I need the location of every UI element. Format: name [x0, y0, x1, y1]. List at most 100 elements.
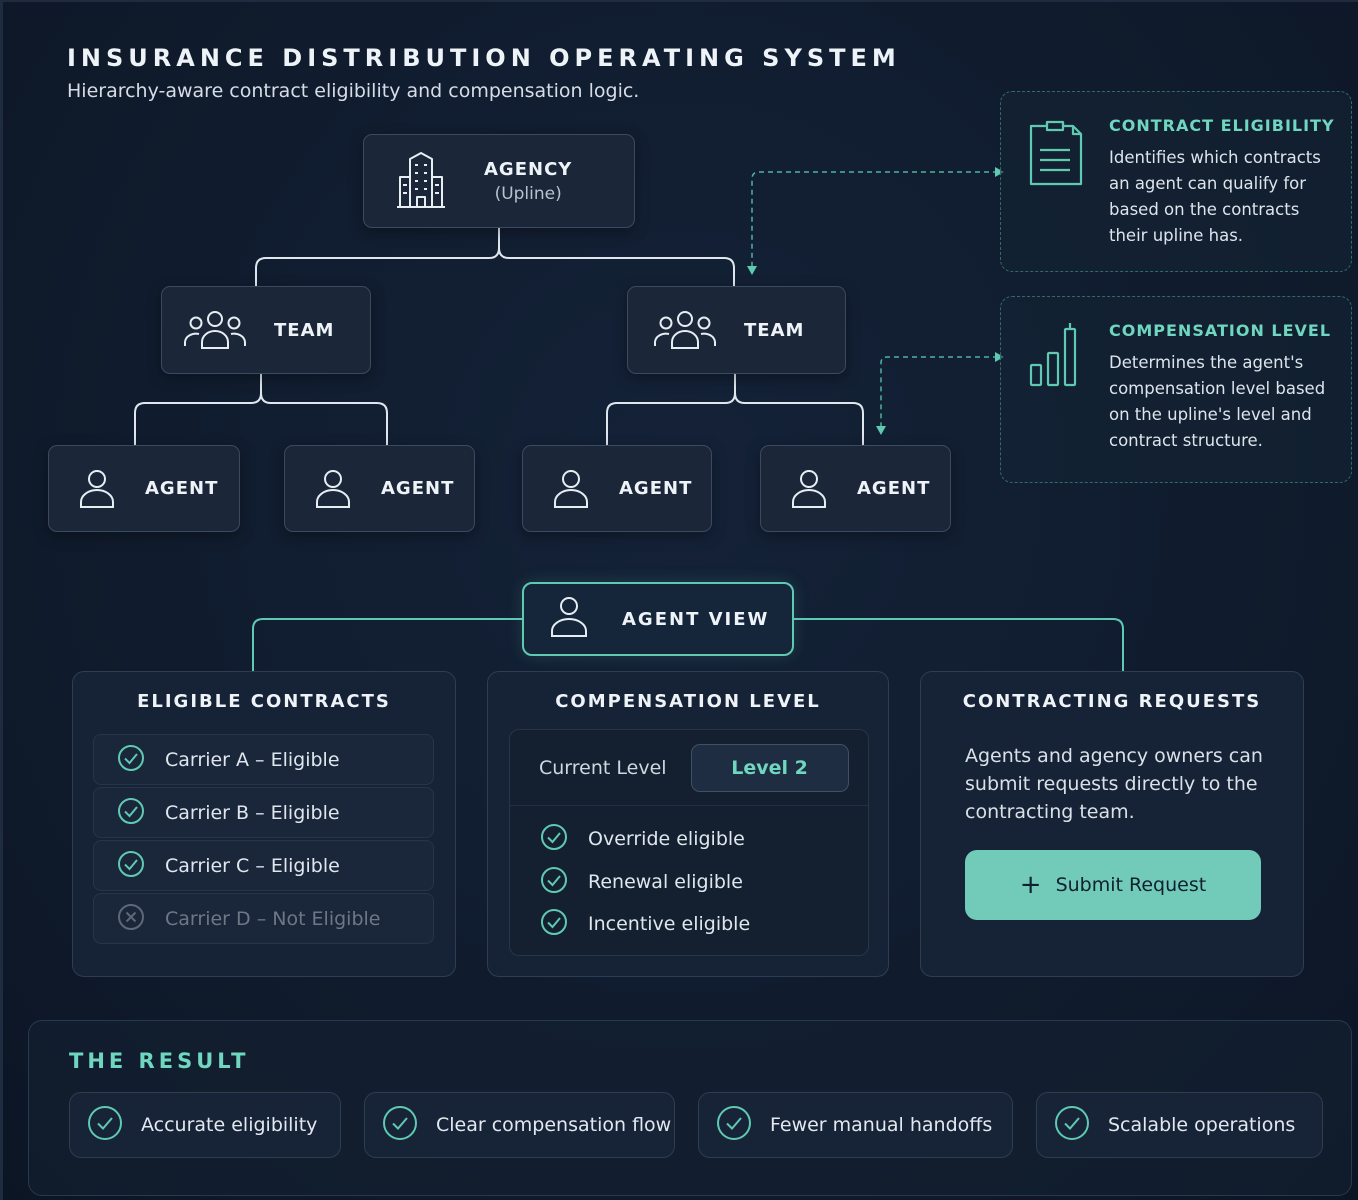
callout-text: Determines the agent's compensation leve… — [1109, 353, 1326, 450]
connector-agency-team-right — [498, 247, 735, 286]
connector-team-left-agent-1 — [134, 374, 262, 445]
contract-eligibility-content: CONTRACT ELIGIBILITY Identifies which co… — [1109, 114, 1335, 271]
plus-icon: + — [1019, 870, 1042, 900]
contract-text: Carrier B – Eligible — [165, 801, 340, 824]
team-label: TEAM — [274, 319, 335, 341]
connector-team-right-agent-3 — [606, 374, 736, 445]
contract-text: Carrier A – Eligible — [165, 748, 340, 771]
result-item-text: Fewer manual handoffs — [770, 1114, 993, 1136]
bar-chart-icon — [1027, 319, 1089, 482]
eligible-contracts-panel: ELIGIBLE CONTRACTS Carrier A – Eligible … — [72, 671, 456, 977]
compensation-level-panel: COMPENSATION LEVEL Current Level Level 2… — [487, 671, 889, 977]
building-icon — [396, 151, 446, 211]
compensation-item-text: Incentive eligible — [588, 913, 751, 936]
agency-node: AGENCY (Upline) — [363, 134, 635, 228]
connector-compensation-callout — [880, 356, 998, 428]
agent-node-4: AGENT — [760, 445, 951, 532]
result-item: Clear compensation flow — [364, 1092, 675, 1158]
result-item-text: Scalable operations — [1108, 1114, 1296, 1136]
result-item: Accurate eligibility — [69, 1092, 341, 1158]
list-item: Carrier C – Eligible — [93, 840, 434, 891]
arrowhead-compensation-down — [876, 426, 886, 435]
page-subtitle: Hierarchy-aware contract eligibility and… — [67, 80, 640, 102]
current-level-badge: Level 2 — [690, 743, 849, 792]
team-label: TEAM — [744, 319, 805, 341]
panel-title: ELIGIBLE CONTRACTS — [137, 691, 391, 712]
list-item: Incentive eligible — [510, 903, 868, 946]
callout-title: CONTRACT ELIGIBILITY — [1109, 116, 1335, 135]
agent-label: AGENT — [857, 478, 931, 499]
connector-agent-view-requests — [794, 618, 1124, 671]
connector-eligibility-callout — [751, 171, 998, 268]
diagram-canvas: INSURANCE DISTRIBUTION OPERATING SYSTEM … — [0, 0, 1358, 1200]
user-icon — [791, 469, 827, 509]
contracting-requests-panel: CONTRACTING REQUESTS Agents and agency o… — [920, 671, 1304, 977]
team-icon — [654, 310, 716, 350]
check-circle-icon — [716, 1105, 752, 1145]
agent-view-node: AGENT VIEW — [522, 582, 794, 656]
submit-request-label: Submit Request — [1055, 874, 1207, 896]
list-item: Renewal eligible — [510, 861, 868, 904]
panel-title: COMPENSATION LEVEL — [555, 691, 821, 712]
result-item-text: Accurate eligibility — [141, 1114, 318, 1136]
agent-label: AGENT — [381, 478, 455, 499]
team-icon — [184, 310, 246, 350]
user-icon — [553, 469, 589, 509]
check-circle-icon — [540, 908, 568, 940]
agent-label: AGENT — [145, 478, 219, 499]
callout-title: COMPENSATION LEVEL — [1109, 321, 1332, 340]
check-circle-icon — [117, 797, 145, 829]
result-item: Fewer manual handoffs — [698, 1092, 1013, 1158]
user-icon — [550, 596, 588, 642]
document-icon — [1027, 114, 1089, 271]
check-circle-icon — [87, 1105, 123, 1145]
check-circle-icon — [540, 866, 568, 898]
contract-text: Carrier D – Not Eligible — [165, 907, 381, 930]
result-section: THE RESULT Accurate eligibility Clear co… — [28, 1020, 1352, 1196]
connector-agency-team-left — [255, 228, 500, 286]
arrowhead-eligibility-down — [747, 266, 757, 275]
agency-label: AGENCY — [484, 158, 573, 180]
result-item: Scalable operations — [1036, 1092, 1323, 1158]
compensation-level-content: COMPENSATION LEVEL Determines the agent'… — [1109, 319, 1333, 482]
check-circle-icon — [117, 850, 145, 882]
list-item: Override eligible — [510, 818, 868, 861]
contract-list: Carrier A – Eligible Carrier B – Eligibl… — [93, 734, 434, 946]
check-circle-icon — [540, 823, 568, 855]
result-item-text: Clear compensation flow — [436, 1114, 672, 1136]
result-title: THE RESULT — [69, 1049, 250, 1073]
connector-agent-view-contracts — [252, 618, 522, 671]
agent-node-2: AGENT — [284, 445, 475, 532]
agent-view-label: AGENT VIEW — [622, 608, 770, 630]
panel-title: CONTRACTING REQUESTS — [962, 691, 1262, 712]
current-level-label: Current Level — [539, 756, 667, 779]
contract-text: Carrier C – Eligible — [165, 854, 340, 877]
x-circle-icon — [117, 903, 145, 935]
compensation-card: Current Level Level 2 Override eligible … — [509, 729, 869, 956]
check-circle-icon — [382, 1105, 418, 1145]
agent-node-1: AGENT — [48, 445, 240, 532]
check-circle-icon — [1054, 1105, 1090, 1145]
submit-request-button[interactable]: + Submit Request — [965, 850, 1261, 920]
callout-text: Identifies which contracts an agent can … — [1109, 148, 1321, 245]
compensation-level-callout: COMPENSATION LEVEL Determines the agent'… — [1000, 296, 1352, 483]
contract-eligibility-callout: CONTRACT ELIGIBILITY Identifies which co… — [1000, 91, 1352, 272]
list-item: Carrier B – Eligible — [93, 787, 434, 838]
team-node-left: TEAM — [161, 286, 371, 374]
compensation-item-text: Override eligible — [588, 828, 745, 851]
agent-node-3: AGENT — [522, 445, 712, 532]
current-level-row: Current Level Level 2 — [510, 730, 868, 806]
agent-label: AGENT — [619, 478, 693, 499]
list-item: Carrier A – Eligible — [93, 734, 434, 785]
agency-text: AGENCY (Upline) — [484, 159, 572, 204]
connector-team-right-agent-4 — [734, 392, 864, 445]
team-node-right: TEAM — [627, 286, 846, 374]
requests-description: Agents and agency owners can submit requ… — [965, 745, 1263, 823]
list-item: Carrier D – Not Eligible — [93, 893, 434, 944]
agency-sublabel: (Upline) — [494, 183, 562, 204]
user-icon — [79, 469, 115, 509]
user-icon — [315, 469, 351, 509]
connector-team-left-agent-2 — [260, 392, 388, 445]
check-circle-icon — [117, 744, 145, 776]
page-title: INSURANCE DISTRIBUTION OPERATING SYSTEM — [67, 44, 901, 72]
